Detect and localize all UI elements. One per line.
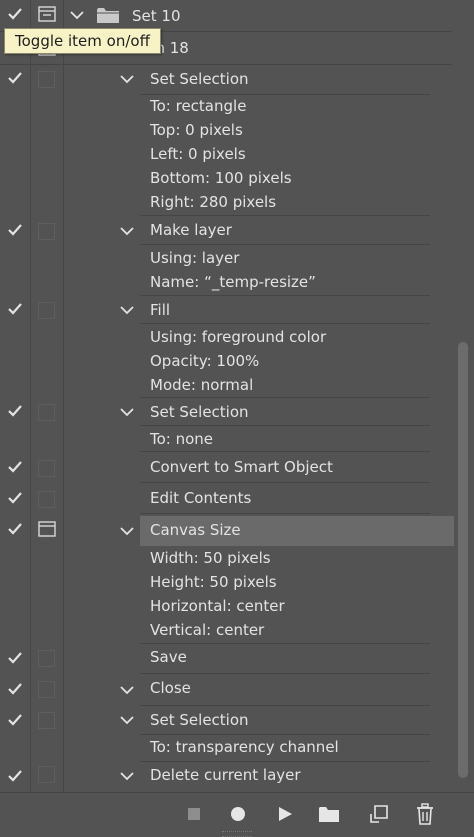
step-param: Horizontal: center (150, 597, 285, 615)
step-title: Set Selection (150, 70, 249, 88)
step-title: Set Selection (150, 403, 249, 421)
dialog-toggle-box[interactable] (38, 650, 55, 667)
step-param: Using: foreground color (150, 328, 327, 346)
chevron-down-icon[interactable] (120, 74, 134, 84)
folder-icon (319, 807, 339, 822)
step-title: Make layer (150, 221, 232, 239)
step-param: Bottom: 100 pixels (150, 169, 292, 187)
checkmark-icon[interactable] (6, 680, 24, 698)
chevron-down-icon[interactable] (120, 407, 134, 417)
dialog-toggle-box[interactable] (38, 404, 55, 421)
stop-icon (188, 808, 200, 820)
step-param: To: none (150, 430, 214, 448)
step-set-selection[interactable]: Set Selection To: none (0, 398, 452, 452)
step-canvas-size[interactable]: Canvas Size Width: 50 pixels Height: 50 … (0, 514, 454, 644)
dialog-toggle-icon[interactable] (38, 6, 56, 22)
play-button[interactable] (272, 801, 298, 827)
checkmark-icon[interactable] (6, 458, 24, 476)
trash-icon (417, 803, 433, 825)
step-close[interactable]: Close (0, 674, 452, 706)
chevron-down-icon[interactable] (120, 226, 134, 236)
dialog-toggle-box[interactable] (38, 223, 55, 240)
step-make-layer[interactable]: Make layer Using: layer Name: “_temp-res… (0, 216, 452, 296)
scrollbar-thumb[interactable] (458, 342, 468, 778)
dialog-toggle-box[interactable] (38, 302, 55, 319)
step-edit-contents[interactable]: Edit Contents (0, 483, 452, 514)
record-icon (231, 807, 245, 821)
step-title: Fill (150, 301, 171, 319)
dialog-toggle-box[interactable] (38, 712, 55, 729)
stop-button[interactable] (181, 801, 207, 827)
chevron-down-icon[interactable] (120, 526, 134, 536)
new-action-icon (370, 805, 388, 823)
dialog-toggle-box[interactable] (38, 766, 55, 783)
step-param: Height: 50 pixels (150, 573, 277, 591)
step-param: Vertical: center (150, 621, 265, 639)
step-param: Right: 280 pixels (150, 193, 277, 211)
step-param: Opacity: 100% (150, 352, 260, 370)
step-param: To: rectangle (150, 97, 247, 115)
dialog-toggle-icon[interactable] (38, 521, 56, 537)
step-param: Width: 50 pixels (150, 549, 271, 567)
step-fill[interactable]: Fill Using: foreground color Opacity: 10… (0, 296, 452, 398)
checkmark-icon[interactable] (6, 489, 24, 507)
set-row[interactable]: Set 10 (0, 0, 452, 30)
chevron-down-icon[interactable] (120, 715, 134, 725)
step-set-selection[interactable]: Set Selection To: rectangle Top: 0 pixel… (0, 64, 452, 216)
dialog-toggle-box[interactable] (38, 681, 55, 698)
step-title: Save (150, 648, 187, 666)
step-title: Canvas Size (150, 521, 241, 539)
step-title: Edit Contents (150, 489, 252, 507)
checkmark-icon[interactable] (6, 300, 24, 318)
set-name: Set 10 (132, 7, 181, 25)
checkmark-icon[interactable] (6, 711, 24, 729)
new-action-button[interactable] (366, 801, 392, 827)
chevron-down-icon[interactable] (120, 685, 134, 695)
actions-toolbar (0, 792, 474, 837)
step-title: Close (150, 679, 191, 697)
step-param: Using: layer (150, 249, 240, 267)
checkmark-icon[interactable] (6, 402, 24, 420)
step-param: Name: “_temp-resize” (150, 273, 316, 291)
step-set-selection[interactable]: Set Selection To: transparency channel (0, 706, 452, 762)
resize-grip[interactable] (222, 831, 252, 837)
step-convert-to-smart-object[interactable]: Convert to Smart Object (0, 452, 452, 483)
step-save[interactable]: Save (0, 644, 452, 674)
checkmark-icon[interactable] (6, 221, 24, 239)
new-set-button[interactable] (316, 801, 342, 827)
actions-panel: Set 10 Action 18 Set Selection To: recta… (0, 0, 474, 792)
step-param: Top: 0 pixels (150, 121, 243, 139)
step-param: Mode: normal (150, 376, 254, 394)
play-icon (279, 807, 292, 821)
step-title: Convert to Smart Object (150, 458, 333, 476)
step-title: Delete current layer (150, 766, 301, 784)
dialog-toggle-box[interactable] (38, 71, 55, 88)
chevron-down-icon[interactable] (70, 10, 84, 20)
dialog-toggle-box[interactable] (38, 460, 55, 477)
chevron-down-icon[interactable] (120, 305, 134, 315)
tooltip: Toggle item on/off (4, 28, 161, 54)
checkmark-icon[interactable] (6, 69, 24, 87)
step-param: Left: 0 pixels (150, 145, 246, 163)
dialog-toggle-box[interactable] (38, 491, 55, 508)
checkmark-icon[interactable] (6, 767, 24, 785)
step-delete-current-layer[interactable]: Delete current layer (0, 762, 452, 792)
step-param: To: transparency channel (150, 738, 339, 756)
record-button[interactable] (225, 801, 251, 827)
checkmark-icon[interactable] (6, 5, 24, 23)
checkmark-icon[interactable] (6, 649, 24, 667)
delete-button[interactable] (412, 801, 438, 827)
chevron-down-icon[interactable] (120, 771, 134, 781)
checkmark-icon[interactable] (6, 520, 24, 538)
step-title: Set Selection (150, 711, 249, 729)
folder-icon (97, 8, 119, 23)
